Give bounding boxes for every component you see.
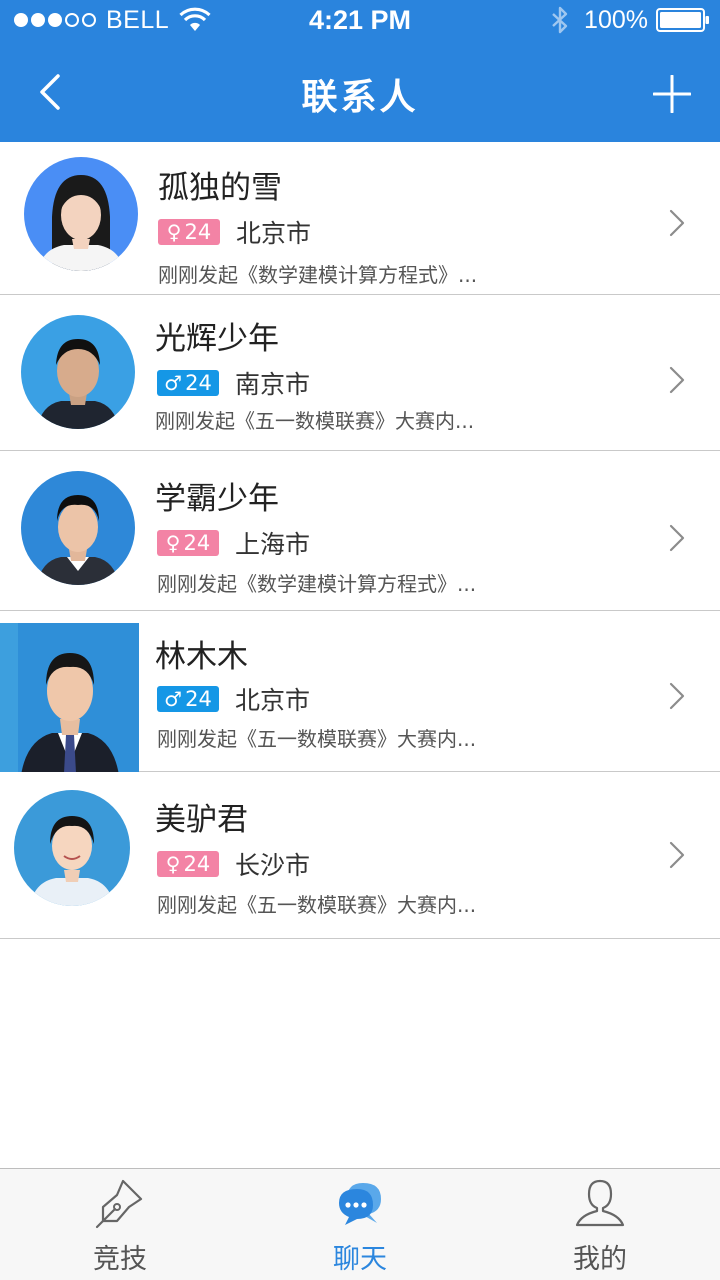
contact-activity: 刚刚发起《五一数模联赛》大赛内... [157, 893, 477, 917]
contact-meta: ♀ 24 北京市 [158, 214, 311, 250]
contact-row[interactable]: 光辉少年 ♂ 24 南京市 刚刚发起《五一数模联赛》大赛内... [0, 295, 720, 451]
tab-label: 聊天 [333, 1244, 387, 1275]
gender-age-badge: ♀ 24 [157, 530, 219, 556]
contact-meta: ♀ 24 长沙市 [157, 846, 310, 882]
contact-name: 孤独的雪 [158, 170, 282, 206]
contact-city: 北京市 [236, 219, 312, 248]
header: BELL 4:21 PM 100% 联系人 [0, 0, 720, 142]
avatar [24, 157, 138, 271]
page-title: 联系人 [301, 77, 419, 118]
user-icon [575, 1179, 625, 1227]
contact-activity: 刚刚发起《数学建模计算方程式》... [158, 263, 478, 287]
chevron-right-icon [669, 682, 685, 710]
tab-bar: 竞技 聊天 我的 [0, 1168, 720, 1280]
gender-age-badge: ♀ 24 [157, 851, 219, 877]
contact-name: 美驴君 [155, 802, 248, 838]
female-icon: ♀ [165, 852, 181, 876]
avatar [0, 623, 139, 783]
age: 24 [184, 220, 212, 244]
chevron-right-icon [669, 841, 685, 869]
tab-chat[interactable]: 聊天 [240, 1169, 480, 1280]
pen-nib-icon [95, 1179, 143, 1229]
status-bar: BELL 4:21 PM 100% [0, 0, 720, 40]
contact-name: 光辉少年 [155, 321, 279, 357]
avatar [21, 471, 135, 585]
status-right: 100% [550, 6, 710, 34]
contact-activity: 刚刚发起《五一数模联赛》大赛内... [155, 409, 475, 433]
plus-icon [653, 75, 691, 113]
add-contact-button[interactable] [646, 68, 698, 120]
gender-age-badge: ♂ 24 [157, 370, 219, 396]
male-icon: ♂ [164, 371, 183, 395]
bluetooth-icon [552, 6, 568, 34]
contact-name: 学霸少年 [155, 481, 279, 517]
avatar [14, 790, 130, 906]
chevron-right-icon [669, 524, 685, 552]
contact-city: 北京市 [235, 686, 311, 715]
contact-row[interactable]: 孤独的雪 ♀ 24 北京市 刚刚发起《数学建模计算方程式》... [0, 142, 720, 295]
battery-icon [656, 8, 709, 32]
contact-list: 孤独的雪 ♀ 24 北京市 刚刚发起《数学建模计算方程式》... 光辉少年 ♂ … [0, 142, 720, 939]
contact-meta: ♀ 24 上海市 [157, 525, 310, 561]
contact-city: 长沙市 [235, 851, 311, 880]
contact-meta: ♂ 24 南京市 [157, 365, 310, 401]
contact-row[interactable]: 林木木 ♂ 24 北京市 刚刚发起《五一数模联赛》大赛内... [0, 611, 720, 783]
chevron-right-icon [669, 209, 685, 237]
gender-age-badge: ♀ 24 [158, 219, 220, 245]
contact-row[interactable]: 美驴君 ♀ 24 长沙市 刚刚发起《五一数模联赛》大赛内... [0, 772, 720, 939]
age: 24 [183, 852, 211, 876]
tab-competition[interactable]: 竞技 [0, 1169, 240, 1280]
age: 24 [185, 687, 212, 711]
chevron-right-icon [669, 366, 685, 394]
contact-name: 林木木 [155, 639, 248, 675]
contact-row[interactable]: 学霸少年 ♀ 24 上海市 刚刚发起《数学建模计算方程式》... [0, 451, 720, 611]
contact-activity: 刚刚发起《五一数模联赛》大赛内... [157, 727, 477, 751]
tab-label: 竞技 [93, 1244, 147, 1275]
nav-bar: 联系人 [0, 40, 720, 142]
age: 24 [185, 371, 212, 395]
female-icon: ♀ [166, 220, 182, 244]
age: 24 [183, 531, 211, 555]
female-icon: ♀ [165, 531, 181, 555]
tab-me[interactable]: 我的 [480, 1169, 720, 1280]
chat-bubble-icon [339, 1183, 381, 1225]
avatar [21, 315, 135, 429]
contact-meta: ♂ 24 北京市 [157, 681, 310, 717]
contact-city: 南京市 [235, 370, 311, 399]
tab-label: 我的 [573, 1244, 627, 1275]
battery-percentage: 100% [584, 5, 648, 34]
gender-age-badge: ♂ 24 [157, 686, 219, 712]
contact-activity: 刚刚发起《数学建模计算方程式》... [157, 572, 477, 596]
male-icon: ♂ [164, 687, 183, 711]
contact-city: 上海市 [235, 530, 311, 559]
